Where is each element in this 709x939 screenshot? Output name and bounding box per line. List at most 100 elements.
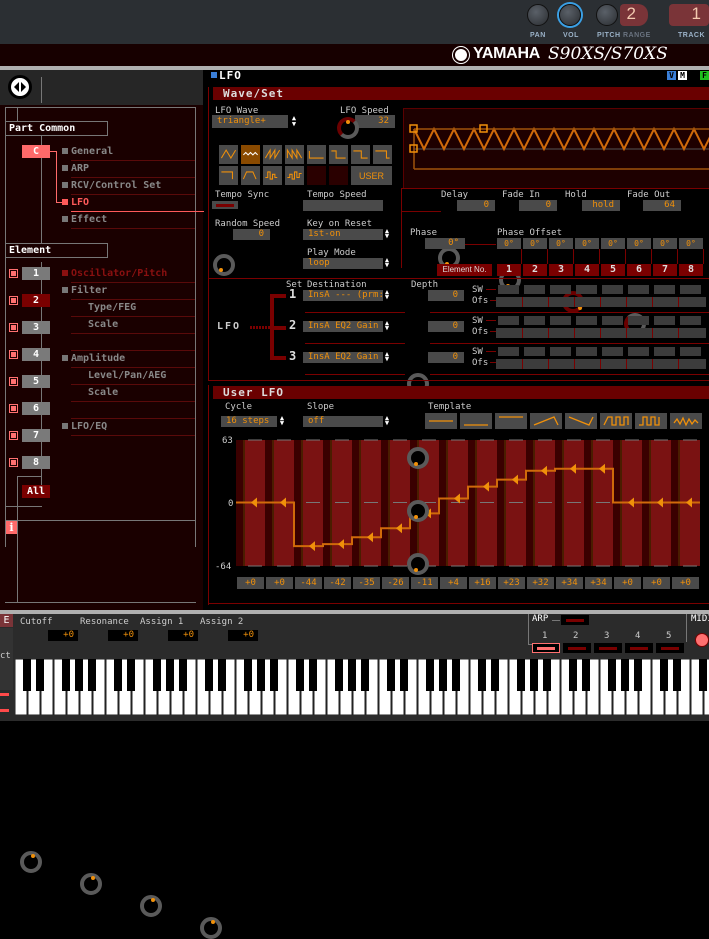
template-square-wide[interactable] [600,413,632,429]
sw-toggle[interactable] [576,316,597,325]
step-value-5[interactable]: -35 [353,577,380,589]
black-key[interactable] [257,659,265,691]
sw-toggle[interactable] [628,285,649,294]
sidebar-item-general[interactable]: General [62,146,113,157]
sidebar-item-effect[interactable]: Effect [62,214,107,225]
template-square-narrow[interactable] [635,413,667,429]
wave-button-tri[interactable] [219,145,238,164]
black-key[interactable] [205,659,213,691]
wave-button-empty[interactable] [307,166,326,185]
destination-spinner-icon[interactable]: ▲ ▼ [383,351,391,363]
destination-select-2[interactable]: InsA EQ2 Gain [303,321,383,332]
offset-bar-2[interactable] [496,328,706,338]
depth-knob-1[interactable] [407,447,429,469]
sidebar-item-amplitude[interactable]: Amplitude [62,353,125,364]
phase-offset-6[interactable]: 0° [627,238,651,249]
sw-toggle[interactable] [576,285,597,294]
sw-toggle[interactable] [524,347,545,356]
phase-offset-3[interactable]: 0° [549,238,573,249]
sw-toggle[interactable] [576,347,597,356]
element-enable-checkbox[interactable] [9,269,18,278]
sw-toggle[interactable] [602,285,623,294]
fade-in-value[interactable]: 0 [519,200,557,211]
common-button[interactable]: C [22,145,50,158]
sw-toggle[interactable] [602,316,623,325]
depth-value-1[interactable]: 0 [428,290,464,301]
keyboard[interactable] [14,658,709,721]
random-speed-value[interactable]: 0 [233,229,270,240]
sw-toggle[interactable] [680,347,701,356]
left-stub-tab[interactable]: E [0,614,13,627]
lfo-wave-select[interactable]: triangle+ [212,115,288,128]
step-value-15[interactable]: +0 [643,577,670,589]
pitch-knob[interactable] [596,4,618,26]
black-key[interactable] [23,659,31,691]
step-value-14[interactable]: +0 [614,577,641,589]
sidebar-item-oscillator-pitch[interactable]: Oscillator/Pitch [62,268,167,279]
template-random[interactable] [670,413,702,429]
cutoff-knob[interactable] [20,851,42,873]
black-key[interactable] [673,659,681,691]
sw-toggle[interactable] [524,285,545,294]
sidebar-item-filter[interactable]: Filter [62,285,107,296]
black-key[interactable] [179,659,187,691]
black-key[interactable] [491,659,499,691]
black-key[interactable] [439,659,447,691]
black-key[interactable] [621,659,629,691]
wave-button-saw-down[interactable] [285,145,304,164]
fade-out-value[interactable]: 64 [643,200,681,211]
offset-bar-3[interactable] [496,359,706,369]
phase-value[interactable]: 0° [425,238,465,249]
black-key[interactable] [608,659,616,691]
black-key[interactable] [348,659,356,691]
black-key[interactable] [62,659,70,691]
resonance-knob[interactable] [80,873,102,895]
element-all-button[interactable]: All [22,485,50,498]
wave-button-empty[interactable] [329,166,348,185]
black-key[interactable] [452,659,460,691]
black-key[interactable] [530,659,538,691]
assign-2-knob[interactable] [200,917,222,939]
black-key[interactable] [218,659,226,691]
sidebar-item-rcv-control-set[interactable]: RCV/Control Set [62,180,161,191]
step-value-7[interactable]: -11 [411,577,438,589]
wave-button-tri+[interactable] [241,145,260,164]
black-key[interactable] [166,659,174,691]
arp-button-5[interactable] [656,643,684,653]
sw-toggle[interactable] [680,285,701,294]
sidebar-item-level-pan-aeg[interactable]: Level/Pan/AEG [88,370,166,381]
template-all-min[interactable] [460,413,492,429]
sw-toggle[interactable] [550,285,571,294]
sw-toggle[interactable] [628,347,649,356]
arp-switch[interactable] [561,615,589,625]
offset-bar-1[interactable] [496,297,706,307]
phase-offset-7[interactable]: 0° [653,238,677,249]
volume-knob[interactable] [559,4,581,26]
lfo-speed-knob[interactable] [337,117,359,139]
assign-1-knob[interactable] [140,895,162,917]
black-key[interactable] [361,659,369,691]
pitch-range-value[interactable]: 2 [620,4,648,26]
slope-select[interactable]: off [303,416,383,427]
black-key[interactable] [114,659,122,691]
black-key[interactable] [296,659,304,691]
black-key[interactable] [660,659,668,691]
black-key[interactable] [36,659,44,691]
wave-button-saw-up[interactable] [263,145,282,164]
sw-toggle[interactable] [550,347,571,356]
slope-spinner-icon[interactable]: ▲ ▼ [383,415,391,427]
step-value-2[interactable]: +0 [266,577,293,589]
lfo-speed-value[interactable]: 32 [355,115,395,128]
knob-value-resonance[interactable]: +0 [108,630,138,641]
lfo-wave-spinner-icon[interactable]: ▲ ▼ [290,115,298,128]
step-value-6[interactable]: -26 [382,577,409,589]
arp-button-3[interactable] [594,643,622,653]
element-button-3[interactable]: 3 [22,321,50,334]
element-enable-checkbox[interactable] [9,377,18,386]
play-mode-spinner-icon[interactable]: ▲ ▼ [383,257,391,269]
sidebar-item-type-feg[interactable]: Type/FEG [88,302,136,313]
wave-button-squ3-4[interactable] [219,166,238,185]
tempo-sync-toggle[interactable] [212,201,238,209]
cycle-spinner-icon[interactable]: ▲ ▼ [278,415,286,427]
midi-port-icon[interactable] [695,633,709,647]
